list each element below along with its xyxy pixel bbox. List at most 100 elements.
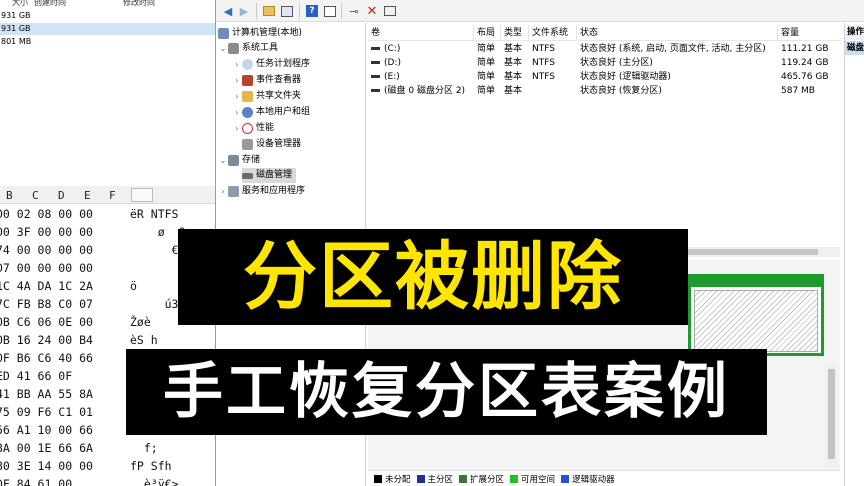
vertical-scrollbar[interactable] [825,365,838,467]
hex-ascii: fP Sfh [130,459,172,473]
tree-item-performance[interactable]: › 性能 [232,121,274,136]
volume-row[interactable]: (C:) 简单 基本 NTFS 状态良好 (系统, 启动, 页面文件, 活动, 主分区)… [368,42,840,56]
tree-item-shared-folders[interactable]: › 共享文件夹 [232,89,301,104]
hex-ascii: ëR NTFS [130,207,179,221]
users-icon [242,107,253,118]
scrollbar-thumb[interactable] [828,369,835,459]
help-icon[interactable]: ? [304,3,320,19]
cell-capacity: 465.76 GB [778,70,840,84]
cell-layout: 简单 [474,42,501,56]
chevron-right-icon[interactable]: › [232,121,242,136]
tree-item-services-apps[interactable]: › 服务和应用程序 [218,184,305,199]
cell-volume: (磁盘 0 磁盘分区 2) [368,84,474,98]
file-row[interactable]: 801 MB [0,36,215,48]
hex-bytes: 0B C6 06 0E 00 [0,315,93,329]
tree-item-device-manager[interactable]: 设备管理器 [242,137,301,152]
column-capacity[interactable]: 容量 [778,25,840,41]
headline-subtitle: 手工恢复分区表案例 [163,357,730,427]
cell-status: 状态良好 (系统, 启动, 页面文件, 活动, 主分区) [577,42,778,56]
cell-type: 基本 [501,42,529,56]
show-hide-tree-icon[interactable] [279,3,295,19]
cell-text: 基本 [504,86,523,96]
shared-folder-icon [242,91,253,102]
hex-ascii: è³ÿ€> [130,477,179,486]
column-modified[interactable]: 修改时间 [123,0,155,8]
hex-row[interactable]: 8A 00 1E 66 6A f; [0,439,215,457]
tree-item-local-users[interactable]: › 本地用户和组 [232,105,310,120]
forward-icon[interactable]: ▶ [236,3,252,19]
volume-list: 卷 布局 类型 文件系统 状态 容量 (C:) 简单 基本 NTFS 状态良好 (系统,… [368,23,840,248]
chevron-right-icon[interactable]: › [232,105,242,120]
tree-item-event-viewer[interactable]: › 事件查看器 [232,73,301,88]
tree-item-system-tools[interactable]: ⌄ 系统工具 [218,41,278,56]
chevron-right-icon[interactable]: › [232,89,242,104]
up-folder-icon[interactable] [261,3,277,19]
event-viewer-icon [242,75,253,86]
column-type[interactable]: 类型 [501,25,529,41]
volume-row[interactable]: (磁盘 0 磁盘分区 2) 简单 基本 状态良好 (恢复分区) 587 MB [368,84,840,98]
file-row[interactable]: 931 GB [0,10,215,22]
volume-row[interactable]: (E:) 简单 基本 NTFS 状态良好 (逻辑驱动器) 465.76 GB [368,70,840,84]
hex-row[interactable]: 80 3E 14 00 00 fP Sfh [0,457,215,475]
chevron-right-icon[interactable]: › [218,184,228,199]
cell-text: 状态良好 (主分区) [580,58,653,68]
file-list-header: 大小 创建时间 修改时间 [0,0,215,8]
cell-text: 简单 [477,86,496,96]
column-layout[interactable]: 布局 [474,25,501,41]
chevron-down-icon[interactable]: ⌄ [218,41,228,56]
services-icon [228,186,239,197]
properties-icon[interactable] [322,3,338,19]
cell-capacity: 119.24 GB [778,56,840,70]
tree-item-storage[interactable]: ⌄ 存储 [218,153,260,168]
column-volume[interactable]: 卷 [368,25,474,41]
tree-item-task-scheduler[interactable]: › 任务计划程序 [232,57,310,72]
chevron-down-icon[interactable]: ⌄ [218,153,228,168]
hex-row[interactable]: 00 02 08 00 00 ëR NTFS [0,205,215,223]
tree-item-disk-management[interactable]: 磁盘管理 [242,168,297,183]
legend-item: 未分配 [374,473,411,485]
storage-icon [228,155,239,166]
back-icon[interactable]: ◀ [220,3,236,19]
cell-text: 状态良好 (逻辑驱动器) [580,72,671,82]
cell-volume: (C:) [368,42,474,56]
cell-text: 基本 [504,72,523,82]
partition-block-selected[interactable] [688,274,824,356]
legend-label: 主分区 [427,474,454,485]
legend-label: 可用空间 [521,474,556,485]
file-row-selected[interactable]: 931 GB [0,23,215,35]
delete-icon[interactable]: ✕ [364,3,380,19]
cell-text: 119.24 GB [781,58,829,68]
hex-ascii: f; [130,441,158,455]
hex-col-e: E [84,189,91,202]
hex-col-f: F [109,189,116,202]
actions-item-disk[interactable]: 磁盘 [845,41,864,55]
hex-row[interactable]: 0F 84 61 00 è³ÿ€> [0,475,215,486]
export-list-icon[interactable] [382,3,398,19]
chevron-right-icon[interactable]: › [232,73,242,88]
volume-icon [371,47,380,50]
chevron-right-icon[interactable]: › [232,57,242,72]
volume-list-header: 卷 布局 类型 文件系统 状态 容量 [368,25,840,41]
volume-row[interactable]: (D:) 简单 基本 NTFS 状态良好 (主分区) 119.24 GB [368,56,840,70]
column-filesystem[interactable]: 文件系统 [529,25,577,41]
partition-body-hatched [694,290,818,352]
actions-pane: 操作 磁盘 [844,23,864,486]
column-size[interactable]: 大小 [12,0,28,8]
system-tools-icon [228,43,239,54]
legend-label: 逻辑驱动器 [572,474,615,485]
legend-swatch [561,474,570,483]
hex-bytes: 07 00 00 00 00 [0,261,93,275]
connect-icon[interactable]: ⊸ [346,3,362,19]
hex-column-header: B C D E F [0,186,215,204]
hex-bytes: 80 3E 14 00 00 [0,459,93,473]
legend-swatch [459,474,468,483]
cell-fs: NTFS [529,42,577,56]
hex-row[interactable]: 0B 16 24 00 B4 èS h [0,331,215,349]
legend-item: 可用空间 [510,473,555,485]
column-created[interactable]: 创建时间 [34,0,66,8]
column-status[interactable]: 状态 [577,25,778,41]
cell-text: 587 MB [781,86,815,96]
hex-col-b: B [6,189,13,202]
legend-item: 扩展分区 [459,473,504,485]
tree-item-computer-management[interactable]: 计算机管理(本地) [218,26,302,41]
